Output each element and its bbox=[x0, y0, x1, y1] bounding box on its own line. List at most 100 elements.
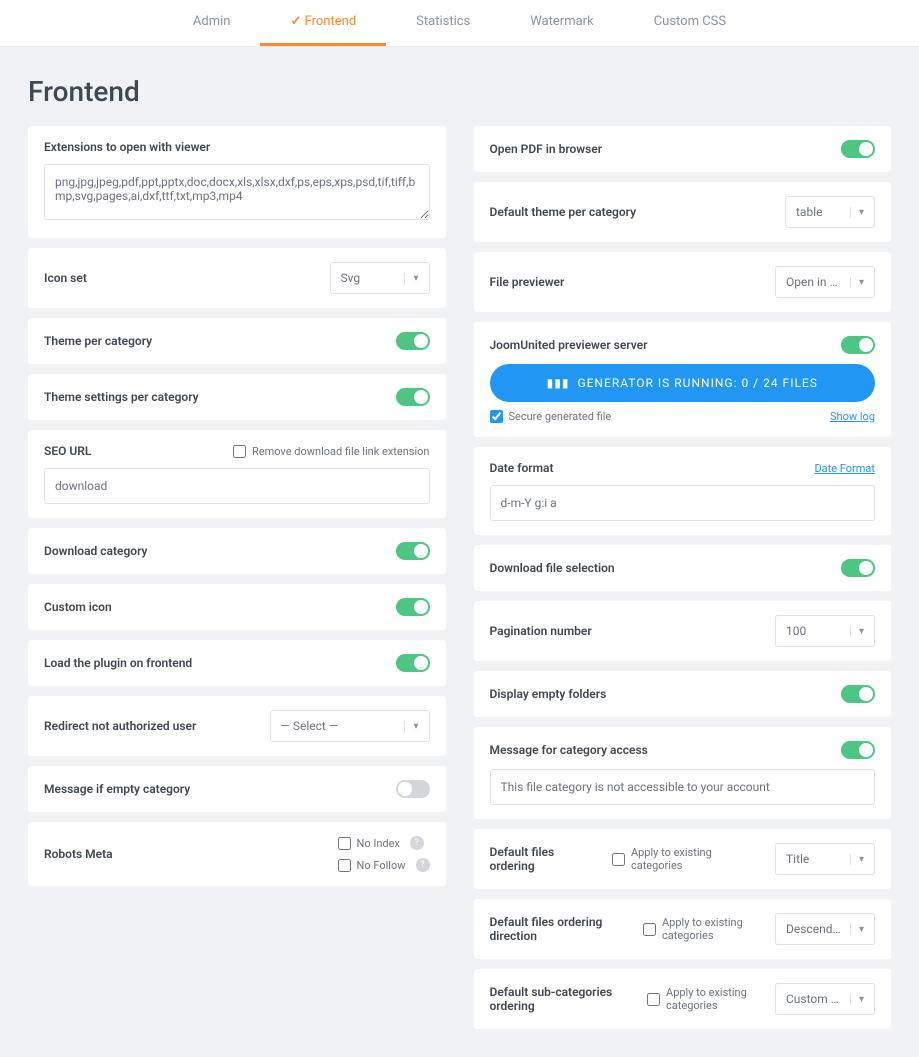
card-extensions: Extensions to open with viewer png,jpg,j… bbox=[28, 126, 446, 238]
card-file-previewer: File previewer Open in a ligh ▾ bbox=[474, 252, 892, 312]
chevron-down-icon: ▾ bbox=[850, 277, 864, 288]
default-theme-select[interactable]: table ▾ bbox=[785, 196, 875, 228]
icon-set-select[interactable]: Svg ▾ bbox=[330, 262, 430, 294]
date-format-input[interactable] bbox=[490, 485, 876, 521]
open-pdf-toggle[interactable] bbox=[841, 140, 875, 158]
ordering3-label: Default sub-categories ordering bbox=[490, 985, 638, 1013]
tab-custom-css[interactable]: Custom CSS bbox=[624, 0, 756, 46]
redirect-value: — Select — bbox=[281, 719, 339, 733]
display-empty-label: Display empty folders bbox=[490, 687, 607, 701]
chevron-down-icon: ▾ bbox=[850, 994, 864, 1005]
extensions-label: Extensions to open with viewer bbox=[44, 140, 430, 154]
ordering1-label: Default files ordering bbox=[490, 845, 602, 873]
chevron-down-icon: ▾ bbox=[850, 854, 864, 865]
pagination-value: 100 bbox=[786, 624, 806, 638]
ordering2-checkbox[interactable]: Apply to existing categories bbox=[643, 916, 765, 942]
card-ordering-direction: Default files ordering direction Apply t… bbox=[474, 899, 892, 959]
redirect-label: Redirect not authorized user bbox=[44, 719, 196, 733]
download-selection-toggle[interactable] bbox=[841, 559, 875, 577]
card-joomunited: JoomUnited previewer server ▮▮▮ GENERATO… bbox=[474, 322, 892, 437]
card-load-plugin: Load the plugin on frontend bbox=[28, 640, 446, 686]
file-previewer-value: Open in a ligh bbox=[786, 275, 842, 289]
tab-admin[interactable]: Admin bbox=[163, 0, 261, 46]
page-title: Frontend bbox=[28, 75, 891, 108]
ordering2-value: Descending bbox=[786, 922, 842, 936]
extensions-input[interactable]: png,jpg,jpeg,pdf,ppt,pptx,doc,docx,xls,x… bbox=[44, 164, 430, 220]
card-display-empty: Display empty folders bbox=[474, 671, 892, 717]
load-plugin-label: Load the plugin on frontend bbox=[44, 656, 192, 670]
show-log-link[interactable]: Show log bbox=[830, 410, 875, 423]
seo-url-input[interactable] bbox=[44, 468, 430, 504]
card-download-category: Download category bbox=[28, 528, 446, 574]
secure-file-checkbox[interactable]: Secure generated file bbox=[490, 410, 612, 423]
icon-set-label: Icon set bbox=[44, 271, 87, 285]
message-access-toggle[interactable] bbox=[841, 741, 875, 759]
theme-settings-toggle[interactable] bbox=[396, 388, 430, 406]
card-custom-icon: Custom icon bbox=[28, 584, 446, 630]
card-pagination: Pagination number 100 ▾ bbox=[474, 601, 892, 661]
chevron-down-icon: ▾ bbox=[404, 721, 418, 732]
file-previewer-label: File previewer bbox=[490, 275, 565, 289]
message-empty-toggle[interactable] bbox=[396, 780, 430, 798]
card-message-access: Message for category access bbox=[474, 727, 892, 819]
card-ordering-files: Default files ordering Apply to existing… bbox=[474, 829, 892, 889]
theme-per-category-label: Theme per category bbox=[44, 334, 152, 348]
tabs-nav: Admin Frontend Statistics Watermark Cust… bbox=[0, 0, 919, 47]
message-access-label: Message for category access bbox=[490, 743, 648, 757]
ordering1-checkbox[interactable]: Apply to existing categories bbox=[612, 846, 765, 872]
no-index-checkbox[interactable]: No Index? bbox=[338, 836, 430, 850]
date-format-link[interactable]: Date Format bbox=[814, 462, 875, 475]
display-empty-toggle[interactable] bbox=[841, 685, 875, 703]
message-access-input[interactable] bbox=[490, 769, 876, 805]
ordering1-select[interactable]: Title ▾ bbox=[775, 843, 875, 875]
ordering2-label: Default files ordering direction bbox=[490, 915, 633, 943]
default-theme-value: table bbox=[796, 205, 822, 219]
load-plugin-toggle[interactable] bbox=[396, 654, 430, 672]
card-ordering-subcategories: Default sub-categories ordering Apply to… bbox=[474, 969, 892, 1029]
chevron-down-icon: ▾ bbox=[850, 207, 864, 218]
message-empty-label: Message if empty category bbox=[44, 782, 190, 796]
ordering2-select[interactable]: Descending ▾ bbox=[775, 913, 875, 945]
joomunited-toggle[interactable] bbox=[841, 336, 875, 354]
file-previewer-select[interactable]: Open in a ligh ▾ bbox=[775, 266, 875, 298]
pagination-select[interactable]: 100 ▾ bbox=[775, 615, 875, 647]
download-category-toggle[interactable] bbox=[396, 542, 430, 560]
remove-extension-checkbox[interactable]: Remove download file link extension bbox=[233, 445, 430, 458]
chevron-down-icon: ▾ bbox=[850, 626, 864, 637]
card-download-selection: Download file selection bbox=[474, 545, 892, 591]
tab-watermark[interactable]: Watermark bbox=[500, 0, 623, 46]
joomunited-label: JoomUnited previewer server bbox=[490, 338, 648, 352]
default-theme-label: Default theme per category bbox=[490, 205, 637, 219]
redirect-select[interactable]: — Select — ▾ bbox=[270, 710, 430, 742]
chevron-down-icon: ▾ bbox=[404, 273, 418, 284]
help-icon[interactable]: ? bbox=[416, 858, 430, 872]
card-open-pdf: Open PDF in browser bbox=[474, 126, 892, 172]
theme-settings-label: Theme settings per category bbox=[44, 390, 199, 404]
card-default-theme: Default theme per category table ▾ bbox=[474, 182, 892, 242]
ordering3-select[interactable]: Custom order ▾ bbox=[775, 983, 875, 1015]
card-icon-set: Icon set Svg ▾ bbox=[28, 248, 446, 308]
custom-icon-label: Custom icon bbox=[44, 600, 112, 614]
tab-frontend[interactable]: Frontend bbox=[260, 0, 386, 46]
download-selection-label: Download file selection bbox=[490, 561, 615, 575]
icon-set-value: Svg bbox=[341, 271, 361, 285]
ordering3-value: Custom order bbox=[786, 992, 842, 1006]
date-format-label: Date format bbox=[490, 461, 554, 475]
card-redirect: Redirect not authorized user — Select — … bbox=[28, 696, 446, 756]
theme-per-category-toggle[interactable] bbox=[396, 332, 430, 350]
card-robots: Robots Meta No Index? No Follow? bbox=[28, 822, 446, 886]
tab-statistics[interactable]: Statistics bbox=[386, 0, 500, 46]
open-pdf-label: Open PDF in browser bbox=[490, 142, 603, 156]
card-theme-per-category: Theme per category bbox=[28, 318, 446, 364]
ordering1-value: Title bbox=[786, 852, 809, 866]
pagination-label: Pagination number bbox=[490, 624, 592, 638]
generator-status: ▮▮▮ GENERATOR IS RUNNING: 0 / 24 FILES bbox=[490, 364, 876, 402]
no-follow-checkbox[interactable]: No Follow? bbox=[338, 858, 430, 872]
card-seo-url: SEO URL Remove download file link extens… bbox=[28, 430, 446, 518]
barcode-icon: ▮▮▮ bbox=[547, 376, 570, 390]
custom-icon-toggle[interactable] bbox=[396, 598, 430, 616]
help-icon[interactable]: ? bbox=[410, 836, 424, 850]
card-theme-settings-per-category: Theme settings per category bbox=[28, 374, 446, 420]
ordering3-checkbox[interactable]: Apply to existing categories bbox=[647, 986, 765, 1012]
seo-url-label: SEO URL bbox=[44, 444, 91, 458]
